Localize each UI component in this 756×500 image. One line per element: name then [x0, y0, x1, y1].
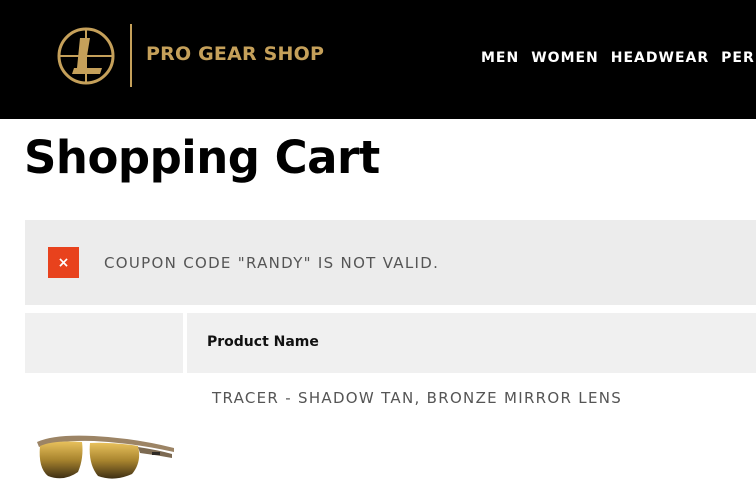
- notice-message: COUPON CODE "RANDY" IS NOT VALID.: [104, 254, 440, 272]
- cart-item-name[interactable]: TRACER - SHADOW TAN, BRONZE MIRROR LENS: [212, 389, 622, 407]
- close-icon[interactable]: ×: [48, 247, 79, 278]
- cart-table-header: Product Name: [25, 313, 756, 373]
- nav-item-women[interactable]: WOMEN: [531, 50, 599, 66]
- nav-item-men[interactable]: MEN: [481, 50, 519, 66]
- nav-item-headwear[interactable]: HEADWEAR: [611, 50, 709, 66]
- brand-logo-icon[interactable]: [56, 26, 116, 86]
- sunglasses-product-image[interactable]: [34, 428, 176, 486]
- nav-item-per[interactable]: PER: [721, 50, 755, 66]
- logo-divider: [130, 24, 132, 87]
- brand-name[interactable]: PRO GEAR SHOP: [146, 43, 324, 65]
- column-header-image: [25, 313, 183, 373]
- error-notice: × COUPON CODE "RANDY" IS NOT VALID.: [25, 220, 756, 305]
- main-nav: MEN WOMEN HEADWEAR PER: [481, 50, 756, 66]
- site-header: PRO GEAR SHOP MEN WOMEN HEADWEAR PER: [0, 0, 756, 119]
- column-header-label: Product Name: [207, 334, 319, 350]
- column-header-product-name: Product Name: [187, 313, 756, 373]
- page-title: Shopping Cart: [24, 131, 380, 184]
